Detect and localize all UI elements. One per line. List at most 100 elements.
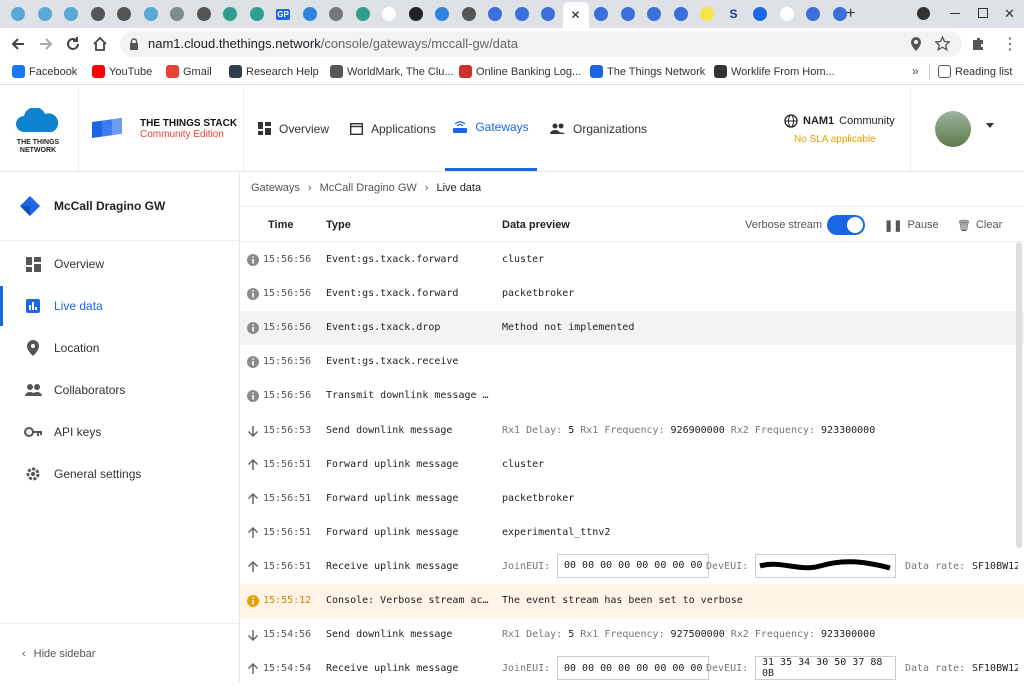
browser-tab[interactable]: [324, 4, 348, 24]
browser-tab[interactable]: [695, 4, 719, 24]
hide-sidebar-button[interactable]: ‹ Hide sidebar: [22, 648, 95, 660]
table-row[interactable]: 15:56:51 Forward uplink message packetbrok…: [240, 482, 1024, 516]
tab-favicon-icon: [223, 7, 237, 21]
bookmarks-overflow-icon[interactable]: »: [912, 64, 919, 78]
bookmark-item[interactable]: WorldMark, The Clu...: [330, 65, 454, 78]
sidebar-item-location[interactable]: Location: [0, 328, 239, 368]
verbose-stream-toggle[interactable]: [827, 215, 865, 235]
sidebar-item-live-data[interactable]: Live data: [0, 286, 239, 326]
ttn-line1: THE THINGS: [16, 139, 60, 146]
browser-tab[interactable]: [748, 4, 772, 24]
browser-tab[interactable]: [510, 4, 534, 24]
avatar-dropdown-icon[interactable]: [986, 123, 994, 128]
star-icon[interactable]: [935, 36, 950, 51]
breadcrumb-gateway[interactable]: McCall Dragino GW: [320, 182, 417, 194]
back-icon[interactable]: [10, 36, 26, 52]
location-pin-icon[interactable]: [910, 37, 922, 51]
browser-tab[interactable]: [616, 4, 640, 24]
forward-icon[interactable]: [38, 36, 54, 52]
close-tab-icon[interactable]: ✕: [570, 8, 580, 22]
nav-organizations[interactable]: Organizations: [550, 86, 650, 171]
sidebar-item-collaborators[interactable]: Collaborators: [0, 370, 239, 410]
home-icon[interactable]: [92, 36, 108, 52]
table-row[interactable]: 15:56:51 Receive uplink message JoinEUI: 00…: [240, 550, 1024, 584]
browser-tab[interactable]: [483, 4, 507, 24]
user-avatar[interactable]: [935, 111, 971, 147]
table-row[interactable]: 15:54:56 Send downlink message Rx1 Delay: 5…: [240, 618, 1024, 652]
browser-tab[interactable]: [6, 4, 30, 24]
new-tab-button[interactable]: +: [846, 5, 855, 23]
joineui-value[interactable]: 00 00 00 00 00 00 00 00: [557, 553, 710, 578]
reload-icon[interactable]: [65, 36, 81, 52]
table-row[interactable]: 15:56:56 Event:gs.txack.drop Method not im…: [240, 311, 1024, 346]
table-row[interactable]: 15:54:54 Receive uplink message JoinEUI: 00…: [240, 652, 1024, 686]
scrollbar-thumb[interactable]: [1016, 242, 1022, 548]
clear-button[interactable]: 🗑 Clear: [957, 219, 1002, 232]
bookmark-item[interactable]: Research Help: [229, 65, 319, 78]
sidebar-item-api-keys[interactable]: API keys: [0, 412, 239, 452]
pause-button[interactable]: ❚❚ Pause: [884, 219, 939, 232]
browser-tab[interactable]: [351, 4, 375, 24]
close-window-icon[interactable]: ✕: [1004, 6, 1015, 22]
browser-tab[interactable]: [165, 4, 189, 24]
joineui-value[interactable]: 00 00 00 00 00 00 00 00: [557, 656, 710, 681]
table-row[interactable]: 15:56:53 Send downlink message Rx1 Delay: 5…: [240, 414, 1024, 448]
browser-tab[interactable]: [457, 4, 481, 24]
bookmark-item[interactable]: Worklife From Hom...: [714, 65, 835, 78]
browser-tab[interactable]: ✕: [562, 2, 589, 28]
the-things-stack-logo[interactable]: THE THINGS STACK Community Edition: [92, 118, 237, 140]
address-bar[interactable]: nam1.cloud.thethings.network/console/gat…: [120, 31, 962, 57]
row-type: Receive uplink message: [326, 663, 459, 675]
browser-tab[interactable]: [245, 4, 269, 24]
browser-menu-icon[interactable]: ⋮: [1002, 34, 1018, 54]
browser-tab[interactable]: [298, 4, 322, 24]
browser-tab[interactable]: GP: [271, 4, 295, 24]
table-row[interactable]: 15:56:51 Forward uplink message cluster: [240, 448, 1024, 482]
bookmark-item[interactable]: Online Banking Log...: [459, 65, 581, 78]
nav-overview[interactable]: Overview: [258, 86, 348, 171]
browser-tab[interactable]: [59, 4, 83, 24]
browser-tab[interactable]: [801, 4, 825, 24]
browser-tab[interactable]: [775, 4, 799, 24]
table-row[interactable]: 15:56:56 Transmit downlink message …: [240, 379, 1024, 413]
table-row[interactable]: 15:56:51 Forward uplink message experiment…: [240, 516, 1024, 550]
tab-search-icon[interactable]: [917, 7, 930, 20]
table-row[interactable]: 15:56:56 Event:gs.txack.forward cluster: [240, 243, 1024, 277]
row-time: 15:56:53: [263, 424, 312, 436]
browser-tab[interactable]: [218, 4, 242, 24]
browser-tab[interactable]: [112, 4, 136, 24]
table-row[interactable]: 15:56:56 Event:gs.txack.forward packetbrok…: [240, 277, 1024, 311]
browser-tab[interactable]: [536, 4, 560, 24]
sidebar-item-overview[interactable]: Overview: [0, 244, 239, 284]
browser-tab[interactable]: S: [722, 4, 746, 24]
browser-tab[interactable]: [430, 4, 454, 24]
ttn-logo[interactable]: THE THINGS NETWORK: [14, 107, 64, 158]
browser-tab[interactable]: [589, 4, 613, 24]
table-row[interactable]: 15:56:56 Event:gs.txack.receive: [240, 345, 1024, 379]
bookmark-item[interactable]: Gmail: [166, 65, 212, 78]
minimize-icon[interactable]: [950, 13, 960, 14]
sidebar-item-label: Overview: [54, 257, 105, 271]
nav-applications[interactable]: Applications: [350, 86, 442, 171]
browser-tab[interactable]: [139, 4, 163, 24]
deveui-value[interactable]: 31 35 34 30 50 37 88 0B: [755, 656, 896, 681]
reading-list-button[interactable]: Reading list: [938, 65, 1012, 78]
browser-tab[interactable]: [86, 4, 110, 24]
browser-tab[interactable]: [404, 4, 428, 24]
table-row[interactable]: 15:55:12 Console: Verbose stream ac… The e…: [240, 584, 1024, 618]
browser-tab[interactable]: [192, 4, 216, 24]
extensions-icon[interactable]: [970, 36, 986, 52]
breadcrumb-gateways[interactable]: Gateways: [251, 182, 300, 194]
browser-tab[interactable]: [669, 4, 693, 24]
bookmark-item[interactable]: The Things Network: [590, 65, 705, 78]
bookmark-item[interactable]: YouTube: [92, 65, 152, 78]
browser-tab[interactable]: [33, 4, 57, 24]
bookmarks-divider: [929, 64, 930, 80]
cluster-selector[interactable]: NAM1 Community No SLA applicable: [784, 114, 895, 145]
browser-tab[interactable]: [377, 4, 401, 24]
maximize-icon[interactable]: [978, 8, 988, 18]
nav-gateways[interactable]: Gateways: [445, 86, 537, 171]
browser-tab[interactable]: [642, 4, 666, 24]
bookmark-item[interactable]: Facebook: [12, 65, 77, 78]
sidebar-item-general-settings[interactable]: General settings: [0, 454, 239, 494]
